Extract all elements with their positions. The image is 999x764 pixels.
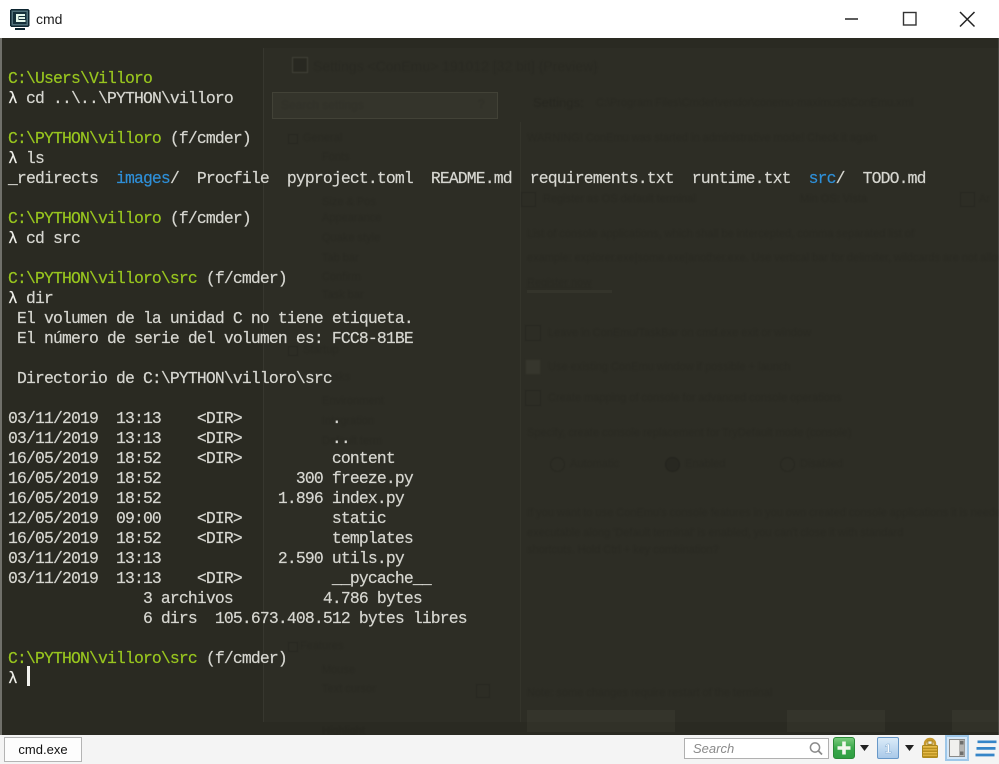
svg-text:1: 1 [884,741,891,756]
